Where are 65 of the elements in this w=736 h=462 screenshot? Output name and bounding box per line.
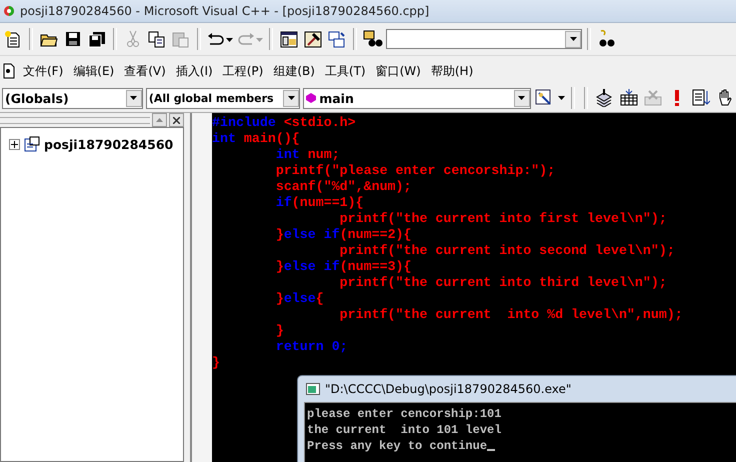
find-combo-field[interactable] [386,29,582,49]
code-line: scanf("%d",&num); [274,179,412,195]
menu-item[interactable]: 文件(F) [20,60,66,82]
code-line: printf("the current into second level\n"); [338,243,676,259]
grid-arrow-icon[interactable] [620,89,638,107]
wizard-action-icon[interactable] [535,89,554,107]
code-line: } [274,323,285,339]
menu-item[interactable]: 组建(B) [270,60,318,82]
new-file-icon[interactable] [4,30,22,48]
menu-item[interactable]: 编辑(E) [70,60,118,82]
scroll-up-icon[interactable] [156,118,163,122]
expand-icon[interactable] [9,138,20,150]
code-line: }else if(num==2){ [274,227,413,243]
menu-item[interactable]: 查看(V) [121,60,169,82]
undo-icon[interactable] [207,31,233,47]
menu-item[interactable]: 窗口(W) [372,60,424,82]
dropdown-icon [558,96,565,100]
dropdown-icon [518,96,526,100]
save-all-icon[interactable] [88,30,106,48]
code-line: } [212,355,221,371]
save-icon[interactable] [65,31,81,47]
hammer-window-icon[interactable] [304,30,322,48]
method-icon [306,93,316,103]
tree-item[interactable]: posji18790284560 [44,136,174,152]
menu-item[interactable]: 工程(P) [220,60,266,82]
text-cursor [487,449,496,451]
code-line: printf("please enter cencorship:"); [274,163,556,179]
copy-icon[interactable] [148,30,166,48]
project-icon [24,136,40,152]
windows-icon[interactable] [328,30,346,48]
code-line: printf("the current into first level\n"); [338,211,668,227]
exclamation-icon[interactable] [672,89,681,107]
menu-item[interactable]: 工具(T) [322,60,369,82]
code-line: #include <stdio.h> [212,115,357,131]
code-line: printf("the current into third level\n"); [338,275,668,291]
member-combo[interactable]: main [303,88,531,108]
code-line: }else{ [274,291,325,307]
code-line: int num; [274,147,341,163]
console-line: the current into 101 level [307,422,502,438]
menu-item[interactable]: 帮助(H) [428,60,476,82]
console-title: "D:\CCCC\Debug\posji18790284560.exe" [325,382,572,396]
dropdown-icon [288,96,295,100]
console-line: please enter cencorship:101 [307,406,502,422]
window-title: posji18790284560 - Microsoft Visual C++ - [posji18790284560.cpp] [20,4,430,18]
document-icon [2,63,16,79]
filter-combo[interactable]: (All global members [146,88,300,108]
console-icon [306,383,320,395]
close-icon[interactable] [173,116,180,124]
code-line: return 0; [274,339,349,355]
menu-item[interactable]: 插入(I) [172,60,216,82]
dropdown-icon [130,96,138,100]
list-arrow-icon[interactable] [692,89,710,107]
class-combo[interactable]: (Globals) [2,88,143,108]
code-line: printf("the current into %d level\n",num); [338,307,684,323]
console-line: Press any key to continue [307,438,736,454]
dropdown-icon [570,37,576,41]
binoculars-icon[interactable] [598,30,616,48]
code-line: int main(){ [212,131,301,147]
window-icon[interactable] [280,30,298,48]
app-icon [3,5,15,17]
binoculars-folder-icon[interactable] [363,30,383,48]
stack-icon[interactable] [595,89,614,107]
code-line: }else if(num==3){ [274,259,413,275]
code-line: if(num==1){ [274,195,365,211]
hand-icon[interactable] [717,89,734,107]
